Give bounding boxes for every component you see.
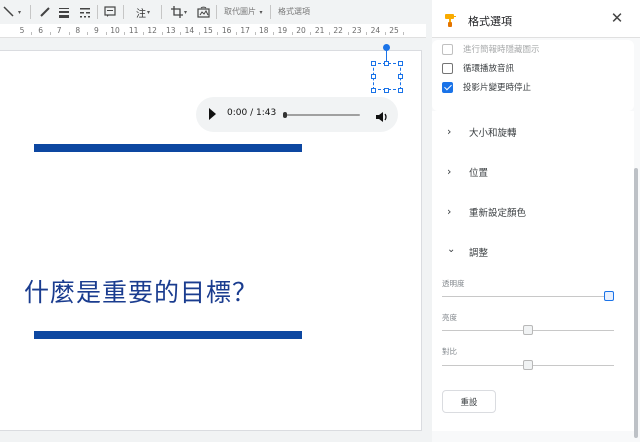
resize-handle-w[interactable] (371, 74, 376, 79)
reset-button[interactable]: 重設 (442, 390, 496, 413)
close-icon[interactable]: ✕ (609, 10, 625, 26)
resize-handle-nw[interactable] (371, 61, 376, 66)
chevron-right-icon: › (447, 205, 452, 218)
ruler-tick-label: 17 (240, 26, 250, 35)
resize-handle-n[interactable] (384, 61, 389, 66)
play-icon[interactable] (209, 108, 216, 120)
chevron-right-icon: › (447, 165, 452, 178)
paint-roller-icon (445, 12, 456, 27)
resize-handle-sw[interactable] (371, 88, 376, 93)
section-label: 位置 (469, 168, 489, 179)
transparency-label: 透明度 (442, 279, 465, 288)
bottom-accent-bar[interactable] (34, 331, 302, 339)
line-icon[interactable]: ▾ (2, 4, 22, 20)
ruler-minor-tick (403, 32, 405, 35)
hide-icon-label: 進行簡報時隱藏圖示 (463, 45, 540, 55)
section-recolor[interactable]: › 重新設定顏色 (432, 191, 634, 231)
replace-image-label: 取代圖片 (224, 7, 256, 16)
slide-title[interactable]: 什麼是重要的目標？ (24, 273, 258, 309)
section-label: 調整 (469, 248, 489, 259)
transparency-slider-thumb[interactable] (604, 291, 614, 301)
image-reset-icon[interactable] (196, 4, 210, 20)
panel-header: 格式選項 ✕ (432, 0, 640, 38)
chevron-right-icon: › (447, 125, 452, 138)
hide-icon-checkbox[interactable] (442, 43, 453, 55)
slides-editor: ▾ 注 ▾ ▾ 取代圖片 ▾ 格式選項 5 6 7 8 9 10 11 12 13 14 15 16 17… (0, 0, 640, 442)
ruler-tick-label: 18 (259, 26, 269, 35)
toolbar-divider (30, 5, 31, 19)
section-size-rotation[interactable]: › 大小和旋轉 (432, 111, 634, 151)
playback-options-card: 進行簡報時隱藏圖示 循環播放音訊 投影片變更時停止 (432, 40, 634, 111)
stop-on-change-label: 投影片變更時停止 (463, 83, 532, 93)
toolbar-divider (270, 5, 271, 19)
bullet-label: 注 (135, 8, 146, 20)
horizontal-ruler: 5 6 7 8 9 10 11 12 13 14 15 16 17 18 19 20 21 22 23 24 25 (0, 24, 426, 38)
replace-image-button[interactable]: 取代圖片 ▾ (224, 6, 263, 17)
ruler-tick-label: 23 (352, 26, 362, 35)
section-position[interactable]: › 位置 (432, 151, 634, 191)
panel-title: 格式選項 (468, 15, 512, 28)
loop-audio-label: 循環播放音訊 (463, 64, 515, 74)
toolbar-divider (161, 5, 162, 19)
audio-icon-selection[interactable] (373, 63, 401, 90)
audio-progress-track[interactable] (284, 114, 360, 116)
section-label: 大小和旋轉 (469, 128, 517, 139)
ruler-tick-label: 10 (110, 26, 120, 35)
resize-handle-s[interactable] (384, 88, 389, 93)
ruler-tick-label: 22 (333, 26, 343, 35)
toolbar-divider (97, 5, 98, 19)
slide-canvas[interactable]: 什麼是重要的目標？ 0:00 / 1:43 (0, 44, 421, 430)
brightness-slider-thumb[interactable] (523, 325, 533, 335)
ruler-tick-label: 16 (221, 26, 232, 35)
ruler-tick-label: 11 (128, 26, 139, 35)
ruler-tick-label: 14 (184, 26, 195, 35)
chevron-down-icon: ⌄ (447, 244, 456, 255)
ruler-tick-label: 7 (56, 26, 62, 35)
ruler-tick-label: 25 (389, 26, 399, 35)
ruler-tick-label: 24 (370, 26, 381, 35)
loop-audio-checkbox[interactable] (442, 62, 453, 74)
ruler-tick-label: 8 (75, 26, 81, 35)
ruler-tick-label: 20 (296, 26, 306, 35)
stop-on-change-checkbox[interactable] (442, 81, 453, 93)
ruler-tick-label: 6 (38, 26, 43, 35)
ruler-tick-label: 9 (94, 26, 99, 35)
ruler-tick-label: 5 (19, 26, 25, 35)
ruler-tick-label: 21 (314, 26, 325, 35)
comment-icon[interactable] (103, 4, 117, 20)
ruler-tick-label: 19 (277, 26, 288, 35)
ruler-tick-label: 15 (203, 26, 213, 35)
pen-icon[interactable] (38, 4, 52, 20)
checkbox-row-hide-icon[interactable]: 進行簡報時隱藏圖示 (442, 42, 540, 56)
line-weight-icon[interactable] (57, 4, 71, 20)
crop-icon[interactable]: ▾ (167, 4, 191, 20)
panel-scrollbar[interactable] (634, 168, 638, 438)
bullet-style-button[interactable]: 注 ▾ (131, 4, 155, 20)
section-adjustments[interactable]: ⌄ 調整 (432, 231, 634, 271)
ruler-tick-label: 12 (147, 26, 157, 35)
transparency-slider-track[interactable] (442, 296, 614, 297)
contrast-label: 對比 (442, 347, 457, 356)
format-options-panel: 格式選項 ✕ 進行簡報時隱藏圖示 循環播放音訊 投影片變更時停止 › 大小和旋轉… (432, 0, 640, 442)
toolbar-divider (123, 5, 124, 19)
contrast-slider-thumb[interactable] (523, 360, 533, 370)
audio-player[interactable]: 0:00 / 1:43 (196, 97, 398, 132)
toolbar-divider (216, 5, 217, 19)
top-accent-bar[interactable] (34, 144, 302, 152)
format-options-button[interactable]: 格式選項 (278, 6, 310, 17)
audio-time: 0:00 / 1:43 (227, 108, 277, 118)
volume-icon[interactable] (375, 108, 389, 122)
ruler-tick-label: 13 (166, 26, 176, 35)
line-dash-icon[interactable] (78, 4, 92, 20)
resize-handle-e[interactable] (398, 74, 403, 79)
resize-handle-ne[interactable] (398, 61, 403, 66)
section-label: 重新設定顏色 (469, 208, 527, 219)
resize-handle-se[interactable] (398, 88, 403, 93)
audio-progress-thumb[interactable] (283, 112, 287, 118)
checkbox-row-stop-on-change[interactable]: 投影片變更時停止 (442, 80, 531, 94)
checkbox-row-loop-audio[interactable]: 循環播放音訊 (442, 61, 514, 75)
toolbar: ▾ 注 ▾ ▾ 取代圖片 ▾ 格式選項 (0, 0, 426, 24)
brightness-label: 亮度 (442, 313, 457, 322)
